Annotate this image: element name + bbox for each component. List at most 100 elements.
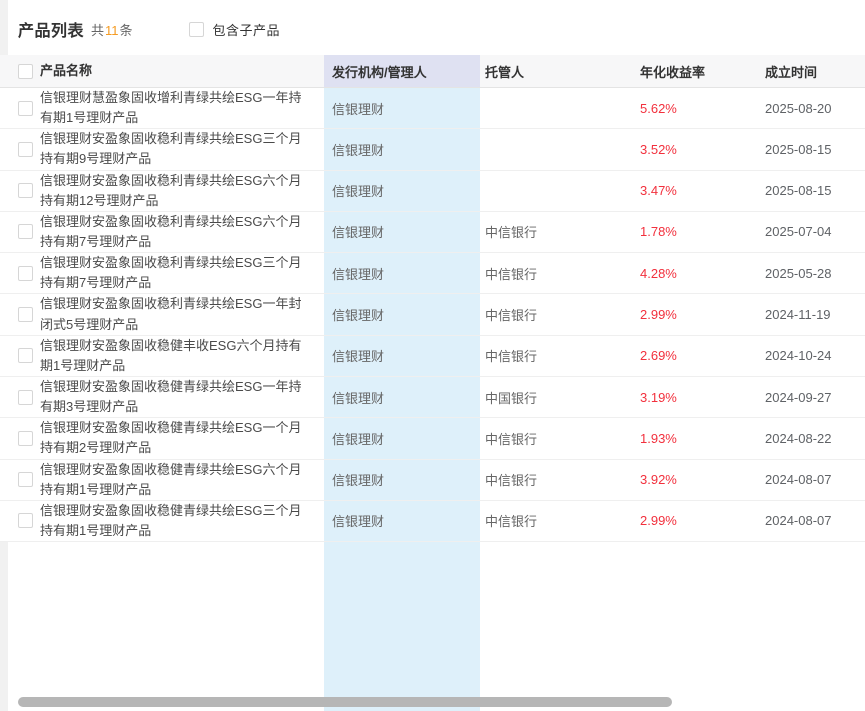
date-cell: 2025-07-04 — [758, 212, 865, 252]
issuer-cell: 信银理财 — [324, 418, 480, 458]
annualized-rate: 2.99% — [640, 513, 677, 528]
header-check-cell — [18, 64, 40, 79]
row-checkbox[interactable] — [18, 142, 33, 157]
row-check-cell — [18, 377, 40, 417]
issuer-name: 信银理财 — [332, 511, 384, 530]
annualized-rate: 3.47% — [640, 183, 677, 198]
issuer-cell: 信银理财 — [324, 88, 480, 128]
issuer-cell: 信银理财 — [324, 501, 480, 541]
issuer-name: 信银理财 — [332, 470, 384, 489]
row-check-cell — [18, 253, 40, 293]
table-header-row: 产品名称 发行机构/管理人 托管人 年化收益率 成立时间 — [0, 55, 865, 88]
row-checkbox[interactable] — [18, 183, 33, 198]
row-checkbox[interactable] — [18, 472, 33, 487]
table-row[interactable]: 信银理财安盈象固收稳健青绿共绘ESG三个月持有期1号理财产品 信银理财 中信银行… — [0, 501, 865, 542]
product-name-cell: 信银理财安盈象固收稳健青绿共绘ESG一年持有期3号理财产品 — [40, 377, 324, 417]
table-row[interactable]: 信银理财慧盈象固收增利青绿共绘ESG一年持有期1号理财产品 信银理财 5.62%… — [0, 88, 865, 129]
table-row[interactable]: 信银理财安盈象固收稳利青绿共绘ESG三个月持有期9号理财产品 信银理财 3.52… — [0, 129, 865, 170]
product-name[interactable]: 信银理财安盈象固收稳利青绿共绘ESG一年封闭式5号理财产品 — [40, 294, 310, 334]
row-checkbox[interactable] — [18, 513, 33, 528]
date-cell: 2024-10-24 — [758, 336, 865, 376]
product-name[interactable]: 信银理财安盈象固收稳利青绿共绘ESG三个月持有期9号理财产品 — [40, 129, 310, 169]
established-date: 2024-08-07 — [765, 472, 832, 487]
product-name[interactable]: 信银理财安盈象固收稳利青绿共绘ESG六个月持有期7号理财产品 — [40, 212, 310, 252]
custodian-name: 中信银行 — [485, 264, 537, 283]
table-row[interactable]: 信银理财安盈象固收稳健青绿共绘ESG六个月持有期1号理财产品 信银理财 中信银行… — [0, 460, 865, 501]
product-name[interactable]: 信银理财安盈象固收稳健青绿共绘ESG一个月持有期2号理财产品 — [40, 418, 310, 458]
annualized-rate: 2.69% — [640, 348, 677, 363]
product-name[interactable]: 信银理财安盈象固收稳健青绿共绘ESG三个月持有期1号理财产品 — [40, 501, 310, 541]
date-cell: 2025-08-15 — [758, 129, 865, 169]
custodian-cell: 中信银行 — [480, 501, 628, 541]
row-checkbox[interactable] — [18, 266, 33, 281]
table-row[interactable]: 信银理财安盈象固收稳健丰收ESG六个月持有期1号理财产品 信银理财 中信银行 2… — [0, 336, 865, 377]
table-row[interactable]: 信银理财安盈象固收稳利青绿共绘ESG三个月持有期7号理财产品 信银理财 中信银行… — [0, 253, 865, 294]
row-checkbox[interactable] — [18, 307, 33, 322]
product-name[interactable]: 信银理财慧盈象固收增利青绿共绘ESG一年持有期1号理财产品 — [40, 88, 310, 128]
table-row[interactable]: 信银理财安盈象固收稳利青绿共绘ESG六个月持有期7号理财产品 信银理财 中信银行… — [0, 212, 865, 253]
established-date: 2024-08-07 — [765, 513, 832, 528]
custodian-name: 中信银行 — [485, 305, 537, 324]
established-date: 2024-11-19 — [765, 307, 831, 322]
row-check-cell — [18, 212, 40, 252]
product-name-cell: 信银理财安盈象固收稳利青绿共绘ESG六个月持有期7号理财产品 — [40, 212, 324, 252]
row-checkbox[interactable] — [18, 348, 33, 363]
issuer-cell: 信银理财 — [324, 171, 480, 211]
issuer-name: 信银理财 — [332, 388, 384, 407]
issuer-cell: 信银理财 — [324, 253, 480, 293]
product-name[interactable]: 信银理财安盈象固收稳利青绿共绘ESG六个月持有期12号理财产品 — [40, 171, 310, 211]
established-date: 2025-08-20 — [765, 101, 832, 116]
date-cell: 2024-08-07 — [758, 501, 865, 541]
product-name[interactable]: 信银理财安盈象固收稳健青绿共绘ESG一年持有期3号理财产品 — [40, 377, 310, 417]
annualized-rate: 2.99% — [640, 307, 677, 322]
product-name-cell: 信银理财安盈象固收稳健丰收ESG六个月持有期1号理财产品 — [40, 336, 324, 376]
issuer-cell: 信银理财 — [324, 129, 480, 169]
rate-cell: 5.62% — [628, 88, 758, 128]
row-check-cell — [18, 336, 40, 376]
custodian-cell: 中信银行 — [480, 212, 628, 252]
row-check-cell — [18, 171, 40, 211]
annualized-rate: 1.93% — [640, 431, 677, 446]
count-prefix: 共 — [91, 23, 104, 38]
table-row[interactable]: 信银理财安盈象固收稳健青绿共绘ESG一个月持有期2号理财产品 信银理财 中信银行… — [0, 418, 865, 459]
row-checkbox[interactable] — [18, 431, 33, 446]
include-sub-checkbox[interactable] — [189, 22, 204, 37]
product-name[interactable]: 信银理财安盈象固收稳健丰收ESG六个月持有期1号理财产品 — [40, 336, 310, 376]
custodian-cell: 中信银行 — [480, 418, 628, 458]
issuer-cell: 信银理财 — [324, 377, 480, 417]
table-row[interactable]: 信银理财安盈象固收稳利青绿共绘ESG六个月持有期12号理财产品 信银理财 3.4… — [0, 171, 865, 212]
custodian-name: 中信银行 — [485, 429, 537, 448]
custodian-cell — [480, 171, 628, 211]
col-header-issuer: 发行机构/管理人 — [324, 55, 480, 87]
custodian-name: 中信银行 — [485, 222, 537, 241]
include-sub-label: 包含子产品 — [213, 20, 281, 39]
custodian-name: 中信银行 — [485, 346, 537, 365]
row-checkbox[interactable] — [18, 390, 33, 405]
product-name-cell: 信银理财安盈象固收稳利青绿共绘ESG三个月持有期9号理财产品 — [40, 129, 324, 169]
product-name[interactable]: 信银理财安盈象固收稳利青绿共绘ESG三个月持有期7号理财产品 — [40, 253, 310, 293]
select-all-checkbox[interactable] — [18, 64, 33, 79]
row-check-cell — [18, 129, 40, 169]
annualized-rate: 1.78% — [640, 224, 677, 239]
include-sub-products-toggle[interactable]: 包含子产品 — [189, 20, 281, 39]
table-row[interactable]: 信银理财安盈象固收稳健青绿共绘ESG一年持有期3号理财产品 信银理财 中国银行 … — [0, 377, 865, 418]
custodian-cell — [480, 88, 628, 128]
horizontal-scrollbar-thumb[interactable] — [18, 697, 672, 707]
total-count: 共11条 — [91, 20, 133, 39]
rate-cell: 3.92% — [628, 460, 758, 500]
row-checkbox[interactable] — [18, 101, 33, 116]
issuer-name: 信银理财 — [332, 305, 384, 324]
table-row[interactable]: 信银理财安盈象固收稳利青绿共绘ESG一年封闭式5号理财产品 信银理财 中信银行 … — [0, 294, 865, 335]
issuer-name: 信银理财 — [332, 222, 384, 241]
rate-cell: 3.19% — [628, 377, 758, 417]
product-name-cell: 信银理财慧盈象固收增利青绿共绘ESG一年持有期1号理财产品 — [40, 88, 324, 128]
titlebar: 产品列表 共11条 包含子产品 — [18, 16, 865, 42]
row-checkbox[interactable] — [18, 224, 33, 239]
product-name[interactable]: 信银理财安盈象固收稳健青绿共绘ESG六个月持有期1号理财产品 — [40, 460, 310, 500]
established-date: 2024-08-22 — [765, 431, 832, 446]
custodian-cell: 中国银行 — [480, 377, 628, 417]
annualized-rate: 3.92% — [640, 472, 677, 487]
issuer-name: 信银理财 — [332, 140, 384, 159]
product-name-cell: 信银理财安盈象固收稳健青绿共绘ESG三个月持有期1号理财产品 — [40, 501, 324, 541]
count-suffix: 条 — [120, 23, 133, 38]
